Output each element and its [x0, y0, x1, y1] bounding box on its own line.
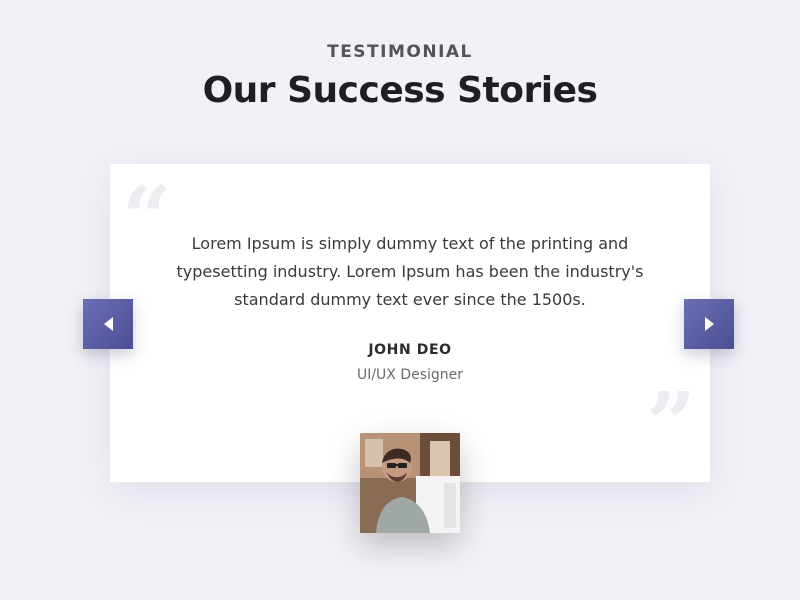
caret-right-icon: [704, 317, 714, 331]
right-quote-icon: ”: [646, 374, 696, 475]
section-eyebrow: TESTIMONIAL: [327, 42, 473, 62]
author-avatar: [360, 433, 460, 533]
author-photo: [360, 433, 460, 533]
previous-testimonial-button[interactable]: [83, 299, 133, 349]
left-quote-icon: “: [122, 168, 172, 269]
testimonial-author-name: JOHN DEO: [368, 342, 452, 358]
caret-left-icon: [103, 317, 113, 331]
testimonial-author-role: UI/UX Designer: [356, 367, 464, 383]
next-testimonial-button[interactable]: [684, 299, 734, 349]
section-title: Our Success Stories: [202, 70, 598, 111]
testimonial-quote: Lorem Ipsum is simply dummy text of the …: [176, 234, 644, 309]
